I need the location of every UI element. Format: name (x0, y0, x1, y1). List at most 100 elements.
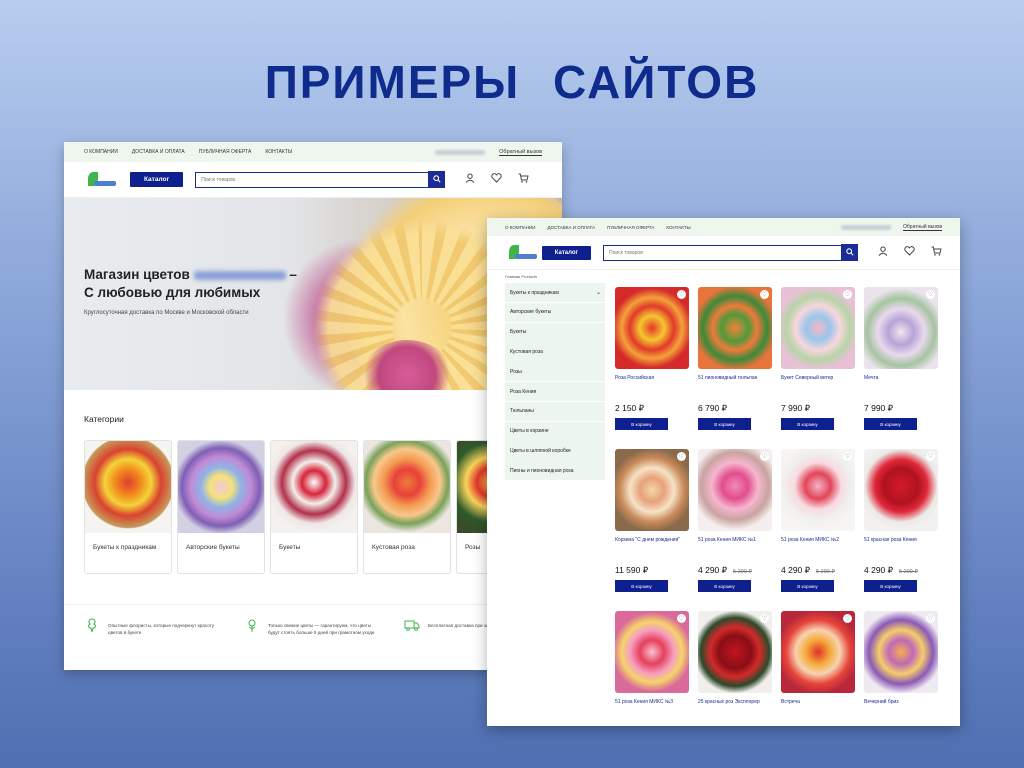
category-card[interactable]: Букеты (270, 440, 358, 574)
user-icon[interactable] (465, 173, 475, 186)
nav-link-about[interactable]: О КОМПАНИИ (84, 149, 118, 155)
sidebar-item[interactable]: Цветы в шляпной коробке (505, 441, 605, 461)
add-to-cart-button[interactable]: В корзину (698, 418, 751, 430)
product-card[interactable]: ♡ 51 пионовидный тюльпан 6 790 ₽ В корзину (698, 287, 772, 449)
heart-icon[interactable]: ♡ (926, 614, 935, 623)
florist-icon (84, 617, 100, 633)
catalog-button[interactable]: Каталог (130, 172, 184, 187)
heart-icon[interactable]: ♡ (677, 614, 686, 623)
add-to-cart-button[interactable]: В корзину (864, 580, 917, 592)
callback-link[interactable]: Обратный вызов (499, 149, 542, 156)
breadcrumb[interactable]: Главная Products (487, 270, 960, 283)
product-name[interactable]: Вечерний бриз (864, 699, 938, 715)
heart-icon[interactable]: ♡ (843, 290, 852, 299)
blurred-phone (435, 149, 486, 155)
product-card[interactable]: ♡ 51 роза Кения МИКС №1 4 290 ₽5 290 ₽ В ко… (698, 449, 772, 611)
add-to-cart-button[interactable]: В корзину (864, 418, 917, 430)
cart-icon[interactable] (518, 173, 529, 186)
product-image[interactable]: ♡ (698, 287, 772, 369)
nav-link-delivery[interactable]: ДОСТАВКА И ОПЛАТА (132, 149, 185, 155)
category-card[interactable]: Кустовая роза (363, 440, 451, 574)
sidebar-item[interactable]: Розы (505, 362, 605, 382)
heart-icon[interactable] (491, 173, 502, 186)
add-to-cart-button[interactable]: В корзину (615, 580, 668, 592)
heart-icon[interactable]: ♡ (760, 452, 769, 461)
product-name[interactable]: 51 роза Кения МИКС №1 (698, 537, 772, 553)
product-name[interactable]: 51 роза Кения МИКС №3 (615, 699, 689, 715)
product-name[interactable]: Встреча (781, 699, 855, 715)
product-card[interactable]: ♡ 51 роза Кения МИКС №3 (615, 611, 689, 726)
sidebar-item[interactable]: Букеты (505, 322, 605, 342)
product-image[interactable]: ♡ (698, 449, 772, 531)
product-image[interactable]: ♡ (864, 611, 938, 693)
sidebar-item[interactable]: Цветы в корзине (505, 421, 605, 441)
heart-icon[interactable]: ♡ (677, 452, 686, 461)
product-name[interactable]: 25 красных роз Эксплорер (698, 699, 772, 715)
add-to-cart-button[interactable]: В корзину (698, 580, 751, 592)
add-to-cart-button[interactable]: В корзину (781, 580, 834, 592)
heart-icon[interactable]: ♡ (760, 290, 769, 299)
sidebar-item[interactable]: Тюльпаны (505, 401, 605, 422)
sidebar-item[interactable]: Роза Кения (505, 381, 605, 402)
sidebar-item[interactable]: Пионы и пионовидная роза (505, 461, 605, 481)
product-card[interactable]: ♡ 51 роза Кения МИКС №2 4 290 ₽5 290 ₽ В ко… (781, 449, 855, 611)
heart-icon[interactable] (904, 246, 915, 259)
product-price: 11 590 ₽ (615, 565, 649, 575)
product-price: 4 290 ₽5 290 ₽ (864, 565, 918, 575)
product-name[interactable]: Корзина "С днем рождения" (615, 537, 689, 553)
product-card[interactable]: ♡ Корзина "С днем рождения" 11 590 ₽ В корз… (615, 449, 689, 611)
cart-icon[interactable] (931, 246, 942, 259)
product-card[interactable]: ♡ Встреча (781, 611, 855, 726)
product-name[interactable]: 51 красная роза Кения (864, 537, 938, 553)
nav-link-about[interactable]: О КОМПАНИИ (505, 225, 536, 230)
product-card[interactable]: ♡ 25 красных роз Эксплорер (698, 611, 772, 726)
product-image[interactable]: ♡ (615, 611, 689, 693)
category-card[interactable]: Букеты к праздникам (84, 440, 172, 574)
heart-icon[interactable]: ♡ (926, 452, 935, 461)
callback-link[interactable]: Обратный вызов (903, 224, 942, 231)
category-card[interactable]: Авторские букеты (177, 440, 265, 574)
product-name[interactable]: 51 пионовидный тюльпан (698, 375, 772, 391)
product-image[interactable]: ♡ (615, 287, 689, 369)
search-placeholder: Поиск товаров (201, 176, 236, 183)
product-card[interactable]: ♡ Мечта 7 990 ₽ В корзину (864, 287, 938, 449)
product-image[interactable]: ♡ (781, 611, 855, 693)
product-card[interactable]: ♡ Вечерний бриз (864, 611, 938, 726)
product-name[interactable]: Букет Северный ветер (781, 375, 855, 391)
nav-link-contacts[interactable]: КОНТАКТЫ (265, 149, 292, 155)
heart-icon[interactable]: ♡ (843, 614, 852, 623)
catalog-button[interactable]: Каталог (541, 245, 591, 260)
nav-link-offer[interactable]: ПУБЛИЧНАЯ ОФЕРТА (199, 149, 252, 155)
user-icon[interactable] (878, 246, 888, 259)
product-image[interactable]: ♡ (615, 449, 689, 531)
heart-icon[interactable]: ♡ (926, 290, 935, 299)
nav-link-contacts[interactable]: КОНТАКТЫ (666, 225, 690, 230)
nav-link-delivery[interactable]: ДОСТАВКА И ОПЛАТА (548, 225, 596, 230)
product-image[interactable]: ♡ (781, 449, 855, 531)
product-name[interactable]: Роза Российская (615, 375, 689, 391)
nav-link-offer[interactable]: ПУБЛИЧНАЯ ОФЕРТА (607, 225, 654, 230)
product-image[interactable]: ♡ (781, 287, 855, 369)
product-image[interactable]: ♡ (864, 449, 938, 531)
product-card[interactable]: ♡ Роза Российская 2 150 ₽ В корзину (615, 287, 689, 449)
heart-icon[interactable]: ♡ (760, 614, 769, 623)
add-to-cart-button[interactable]: В корзину (615, 418, 668, 430)
sidebar-item[interactable]: Авторские букеты (505, 302, 605, 323)
sidebar-item[interactable]: Кустовая роза (505, 342, 605, 362)
search-icon[interactable] (841, 244, 858, 260)
heart-icon[interactable]: ♡ (843, 452, 852, 461)
search-input[interactable]: Поиск товаров (195, 171, 446, 188)
product-image[interactable]: ♡ (864, 287, 938, 369)
product-card[interactable]: ♡ Букет Северный ветер 7 990 ₽ В корзину (781, 287, 855, 449)
search-input[interactable]: Поиск товаров (603, 244, 858, 261)
product-image[interactable]: ♡ (698, 611, 772, 693)
product-card[interactable]: ♡ 51 красная роза Кения 4 290 ₽5 290 ₽ В ко… (864, 449, 938, 611)
site-logo[interactable] (84, 169, 118, 191)
sidebar-item[interactable]: Букеты к праздникам ⌄ (505, 283, 605, 303)
search-icon[interactable] (428, 171, 446, 187)
heart-icon[interactable]: ♡ (677, 290, 686, 299)
site-logo[interactable] (505, 242, 537, 264)
product-name[interactable]: Мечта (864, 375, 938, 391)
add-to-cart-button[interactable]: В корзину (781, 418, 834, 430)
product-name[interactable]: 51 роза Кения МИКС №2 (781, 537, 855, 553)
